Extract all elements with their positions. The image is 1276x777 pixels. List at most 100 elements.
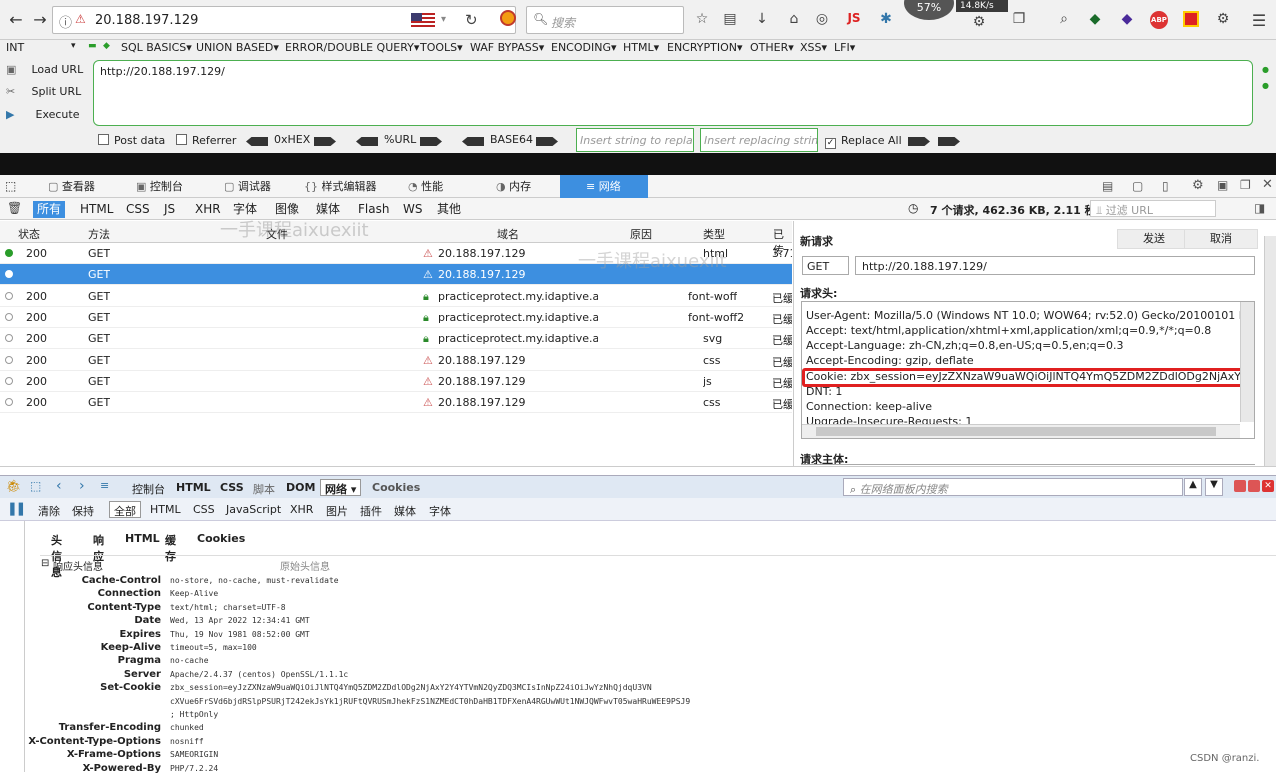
col-cause[interactable]: 原因 <box>630 226 652 242</box>
hackbar-menu-int[interactable]: INT <box>6 41 24 54</box>
download-icon[interactable]: ↓ <box>753 11 771 27</box>
trash-icon[interactable]: 🗑︎ <box>7 201 22 215</box>
menu-icon[interactable]: ☰ <box>1250 11 1268 30</box>
request-row[interactable]: 200GETIcons.woff?v=32🔒︎practiceprotect.m… <box>0 286 792 307</box>
menu-lfi[interactable]: LFI▾ <box>834 41 855 54</box>
addon-gear-icon[interactable]: ⚙ <box>1214 11 1232 27</box>
fb-tab-cookies[interactable]: Cookies <box>372 481 420 494</box>
globe-icon[interactable]: ◎ <box>813 11 831 27</box>
collapse-icon[interactable]: ⊟ <box>41 558 49 569</box>
detail-tab-cookies[interactable]: Cookies <box>197 532 245 545</box>
settings-icon[interactable]: ⚙ <box>970 14 988 30</box>
chevron-down-icon[interactable]: ▾ <box>71 41 76 51</box>
minimize-icon[interactable] <box>1234 480 1246 492</box>
request-row[interactable]: 200GETbrowsers.js?1621844474⚠20.188.197.… <box>0 371 792 392</box>
request-row[interactable]: 200GETdark-theme.css?1622447037⚠20.188.1… <box>0 350 792 371</box>
fb-tab-dom[interactable]: DOM <box>286 481 315 494</box>
menu-xss[interactable]: XSS▾ <box>800 41 827 54</box>
tab-debugger[interactable]: ▢ 调试器 <box>220 175 286 198</box>
menu-error-double-query[interactable]: ERROR/DOUBLE QUERY▾ <box>285 41 419 54</box>
forward-icon[interactable]: → <box>30 9 50 31</box>
menu-encoding[interactable]: ENCODING▾ <box>551 41 617 54</box>
panel-vscrollbar[interactable] <box>1264 236 1276 466</box>
scratchpad-icon[interactable]: ▢ <box>1132 179 1143 193</box>
method-input[interactable]: GET <box>802 256 849 275</box>
dropdown-icon[interactable]: ▾ <box>441 14 446 25</box>
execute-button[interactable]: ▶ Execute <box>6 108 80 121</box>
menu-html[interactable]: HTML▾ <box>623 41 659 54</box>
detach-icon[interactable] <box>1248 480 1260 492</box>
hackbar-url-textarea[interactable]: http://20.188.197.129/ <box>93 60 1253 126</box>
fb-close-icon[interactable]: ✕ <box>1262 480 1274 492</box>
toolbar-addon-icon[interactable] <box>1183 11 1199 27</box>
splitter[interactable] <box>0 466 1276 475</box>
headers-vscrollbar[interactable] <box>1240 302 1254 422</box>
fb-filter-xhr[interactable]: XHR <box>290 503 313 516</box>
fb-filter-all[interactable]: 全部 <box>109 501 141 518</box>
search-box[interactable]: 🔍︎ 搜索 <box>526 6 684 34</box>
detail-tab-html[interactable]: HTML <box>125 532 160 545</box>
extension-icon[interactable]: ✱ <box>877 11 895 27</box>
fb-tab-html[interactable]: HTML <box>176 481 211 494</box>
reload-icon[interactable]: ↻ <box>465 11 478 29</box>
headers-hscrollbar[interactable] <box>802 424 1240 438</box>
fb-filter-plugins[interactable]: 插件 <box>360 503 382 519</box>
undock-icon[interactable]: ❐ <box>1240 178 1251 192</box>
menu-union-based[interactable]: UNION BASED▾ <box>196 41 279 54</box>
menu-waf-bypass[interactable]: WAF BYPASS▾ <box>470 41 544 54</box>
filter-ws[interactable]: WS <box>399 201 426 218</box>
col-status[interactable]: 状态 <box>18 226 40 242</box>
request-url-input[interactable]: http://20.188.197.129/ <box>855 256 1255 275</box>
fb-tab-network[interactable]: 网络 ▾ <box>320 479 362 496</box>
filter-css[interactable]: CSS <box>122 201 154 218</box>
request-headers-textarea[interactable]: User-Agent: Mozilla/5.0 (Windows NT 10.0… <box>801 301 1255 439</box>
fb-clear-button[interactable]: 清除 <box>38 503 60 519</box>
dock-icon[interactable]: ▣ <box>1217 178 1228 192</box>
filter-other[interactable]: 其他 <box>433 201 465 218</box>
fb-search-input[interactable]: ⌕ 在网络面板内搜索 <box>843 478 1183 496</box>
col-domain[interactable]: 域名 <box>497 226 519 242</box>
replace-icon[interactable] <box>908 137 930 146</box>
tab-performance[interactable]: ◔ 性能 <box>404 175 464 198</box>
inspect-icon[interactable]: ⬚ <box>5 179 16 193</box>
col-type[interactable]: 类型 <box>703 226 725 242</box>
post-data-checkbox[interactable]: Post data <box>98 134 165 147</box>
filter-all[interactable]: 所有 <box>33 201 66 218</box>
insert-replace-input[interactable]: Insert string to replace <box>576 128 694 152</box>
diamond-icon[interactable]: ◆ <box>1118 11 1136 27</box>
raw-headers-link[interactable]: 原始头信息 <box>280 558 330 573</box>
fb-tab-css[interactable]: CSS <box>220 481 244 494</box>
info-icon[interactable]: ⓘ <box>59 12 72 31</box>
split-console-icon[interactable]: ▤ <box>1102 179 1113 193</box>
fb-filter-js[interactable]: JavaScript <box>226 503 281 516</box>
tab-console[interactable]: ▣ 控制台 <box>132 175 206 198</box>
firebug-icon[interactable]: 🐞︎ <box>6 479 21 493</box>
replace-all-icon[interactable] <box>938 137 960 146</box>
col-method[interactable]: 方法 <box>88 226 110 242</box>
reading-list-icon[interactable]: ▤ <box>721 11 739 27</box>
send-button[interactable]: 发送 <box>1117 229 1191 249</box>
url-decode-icon[interactable] <box>356 137 378 146</box>
address-bar[interactable]: ⓘ ⚠ 20.188.197.129 ▾ ↻ <box>52 6 516 34</box>
insert-replacing-input[interactable]: Insert replacing string <box>700 128 818 152</box>
toggle-panel-icon[interactable]: ◨ <box>1254 201 1265 215</box>
replace-all-checkbox[interactable]: ✓ Replace All <box>825 134 902 149</box>
fb-persist-button[interactable]: 保持 <box>72 503 94 519</box>
addon-icon[interactable] <box>500 10 516 26</box>
menu-encryption[interactable]: ENCRYPTION▾ <box>667 41 743 54</box>
back-icon[interactable]: ← <box>6 9 26 31</box>
load-url-button[interactable]: ▣ Load URL <box>6 63 83 76</box>
fb-pause-icon[interactable]: ▐▐ <box>6 503 23 516</box>
screenshot-icon[interactable]: ❐ <box>1010 11 1028 27</box>
hex-decode-icon[interactable] <box>246 137 268 146</box>
back-arrow-icon[interactable]: ‹ <box>56 478 62 494</box>
fb-tab-console[interactable]: 控制台 <box>132 481 165 497</box>
forward-arrow-icon[interactable]: › <box>79 478 85 494</box>
command-line-icon[interactable]: ≡ <box>100 479 109 492</box>
detail-tab-cache[interactable]: 缓存 <box>165 532 176 564</box>
fb-filter-media[interactable]: 媒体 <box>394 503 416 519</box>
settings-gear-icon[interactable]: ⚙ <box>1192 178 1204 193</box>
tab-memory[interactable]: ◑ 内存 <box>492 175 552 198</box>
cancel-button[interactable]: 取消 <box>1184 229 1258 249</box>
base64-encode-icon[interactable] <box>536 137 558 146</box>
